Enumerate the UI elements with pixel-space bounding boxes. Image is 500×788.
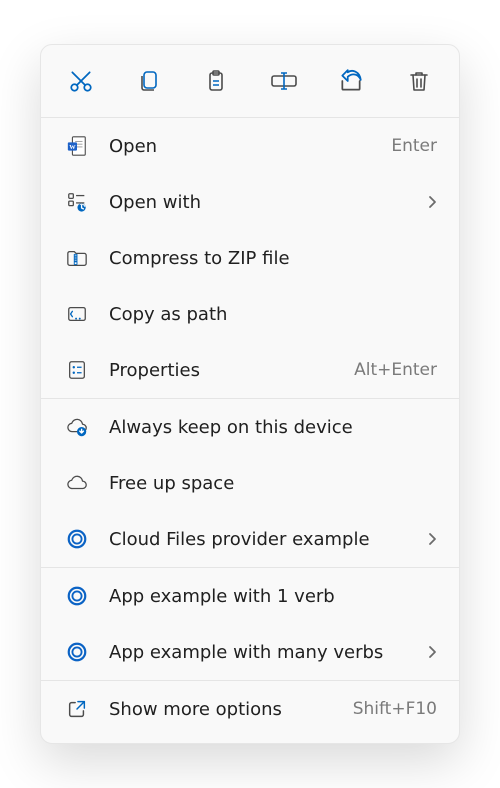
copy-path-icon [66, 304, 88, 324]
svg-text:W: W [69, 144, 76, 151]
free-space-label: Free up space [109, 473, 437, 494]
compress-label: Compress to ZIP file [109, 248, 437, 269]
cloud-provider-item[interactable]: Cloud Files provider example [41, 511, 459, 567]
word-document-icon: W [66, 135, 88, 157]
always-keep-label: Always keep on this device [109, 417, 437, 438]
rename-icon [270, 69, 298, 93]
chevron-right-icon [427, 645, 437, 659]
clipboard-icon [204, 68, 228, 94]
compress-item[interactable]: Compress to ZIP file [41, 230, 459, 286]
properties-label: Properties [109, 360, 342, 381]
copy-path-item[interactable]: Copy as path [41, 286, 459, 342]
open-with-icon [66, 191, 88, 213]
cut-button[interactable] [63, 63, 99, 99]
open-item[interactable]: W Open Enter [41, 118, 459, 174]
delete-button[interactable] [401, 63, 437, 99]
rename-button[interactable] [266, 63, 302, 99]
properties-item[interactable]: Properties Alt+Enter [41, 342, 459, 398]
show-more-accelerator: Shift+F10 [353, 699, 437, 719]
app-many-verbs-item[interactable]: App example with many verbs [41, 624, 459, 680]
paste-button[interactable] [198, 63, 234, 99]
open-accelerator: Enter [391, 136, 437, 156]
chevron-right-icon [427, 532, 437, 546]
free-space-item[interactable]: Free up space [41, 455, 459, 511]
app-many-verbs-label: App example with many verbs [109, 642, 415, 663]
copy-button[interactable] [131, 63, 167, 99]
properties-accelerator: Alt+Enter [354, 360, 437, 380]
cloud-keep-icon [65, 417, 89, 437]
toolbar [41, 45, 459, 117]
app-ring-icon [66, 641, 88, 663]
app-one-verb-label: App example with 1 verb [109, 586, 437, 607]
app-one-verb-item[interactable]: App example with 1 verb [41, 568, 459, 624]
properties-icon [67, 359, 87, 381]
zip-folder-icon [66, 248, 88, 268]
show-more-item[interactable]: Show more options Shift+F10 [41, 681, 459, 737]
chevron-right-icon [427, 195, 437, 209]
scissors-icon [68, 68, 94, 94]
cloud-provider-label: Cloud Files provider example [109, 529, 415, 550]
share-icon [338, 68, 364, 94]
copy-path-label: Copy as path [109, 304, 437, 325]
copy-icon [137, 68, 161, 94]
context-menu: W Open Enter Open with [40, 44, 460, 744]
app-ring-icon [66, 585, 88, 607]
share-button[interactable] [333, 63, 369, 99]
show-more-label: Show more options [109, 699, 341, 720]
open-label: Open [109, 136, 379, 157]
app-ring-icon [66, 528, 88, 550]
open-with-item[interactable]: Open with [41, 174, 459, 230]
always-keep-item[interactable]: Always keep on this device [41, 399, 459, 455]
open-with-label: Open with [109, 192, 415, 213]
show-more-icon [66, 698, 88, 720]
cloud-icon [65, 474, 89, 492]
trash-icon [407, 68, 431, 94]
